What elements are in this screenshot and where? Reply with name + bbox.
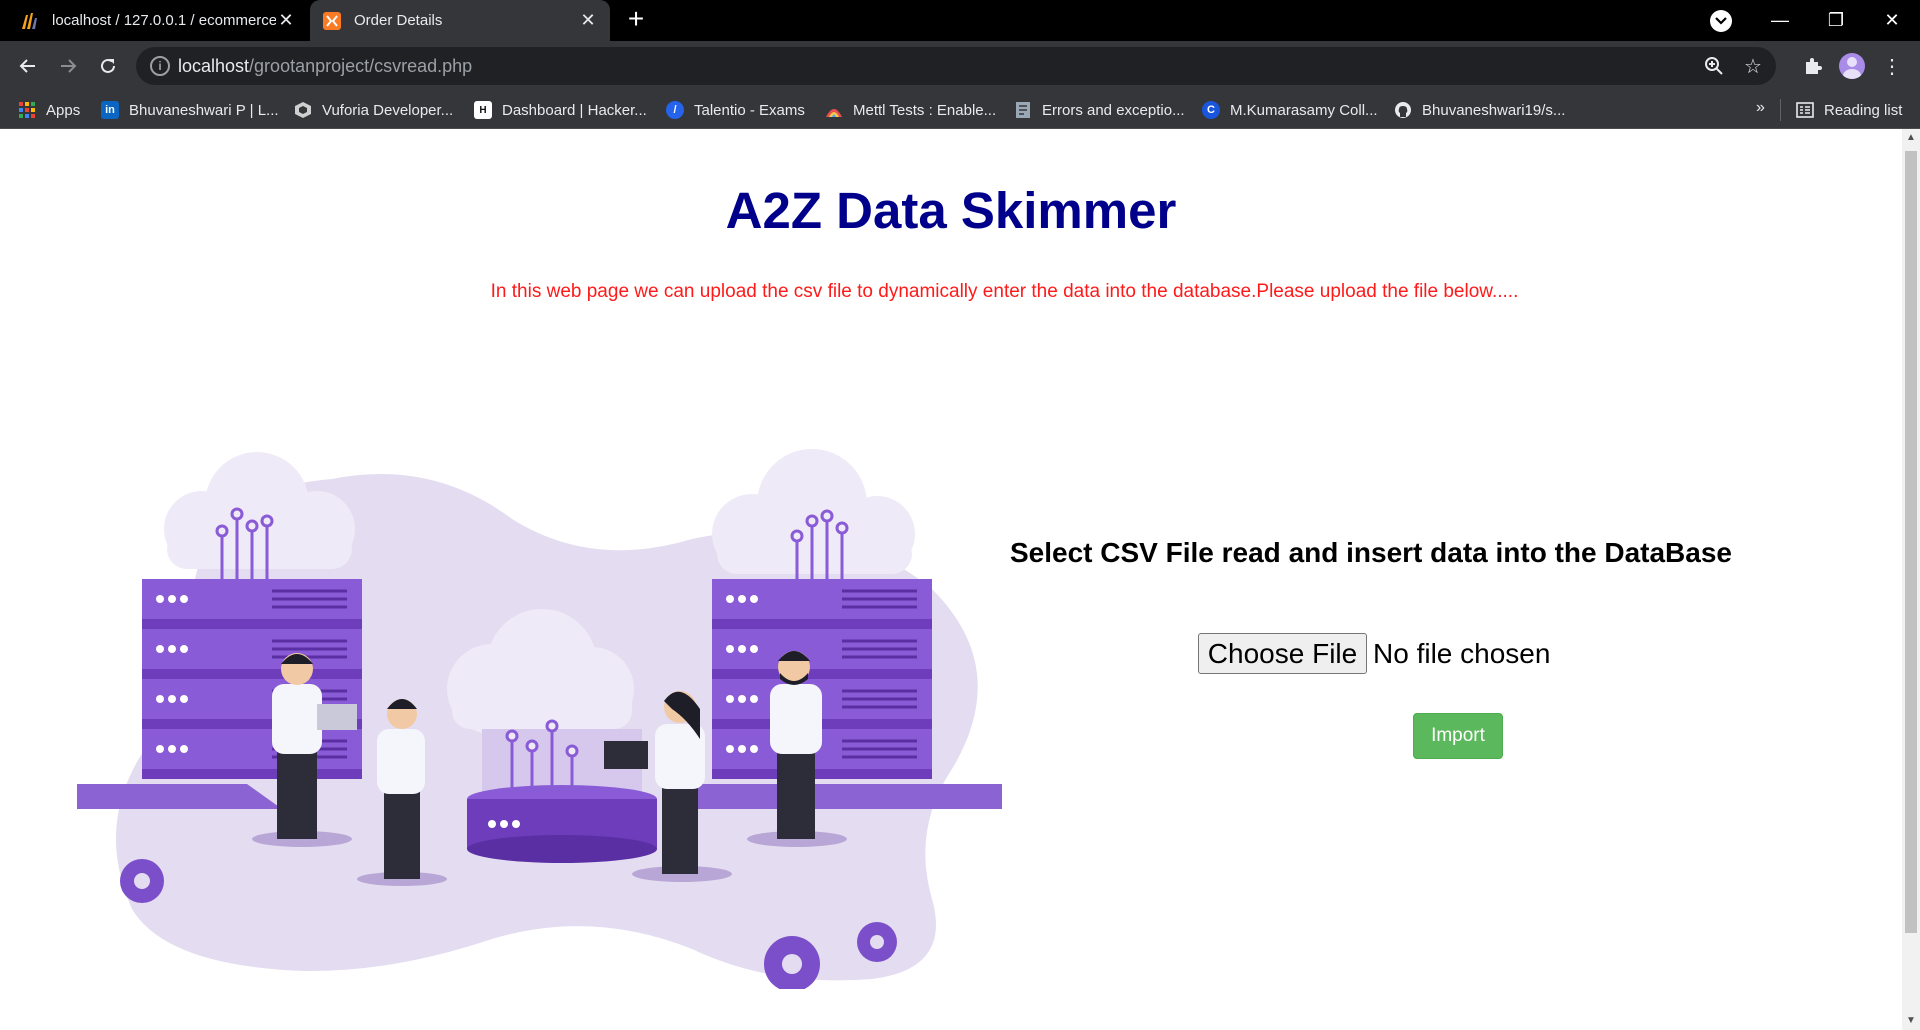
profile-avatar[interactable] [1839,53,1865,79]
menu-kebab-icon[interactable]: ⋮ [1876,50,1908,82]
close-window-icon[interactable]: ✕ [1864,0,1920,41]
tab-phpmyadmin[interactable]: localhost / 127.0.0.1 / ecommerce ✕ [8,0,308,41]
csv-file-input[interactable]: Choose File No file chosen [1198,633,1550,674]
address-bar[interactable]: i localhost/grootanproject/csvread.php ☆ [136,47,1776,85]
back-icon[interactable] [12,50,44,82]
bookmark-apps[interactable]: Apps [18,99,80,121]
site-info-icon[interactable]: i [150,56,170,76]
import-button[interactable]: Import [1413,713,1503,759]
file-status-text: No file chosen [1373,637,1551,669]
choose-file-button[interactable]: Choose File [1198,633,1367,674]
bookmark-college[interactable]: C M.Kumarasamy Coll... [1202,99,1378,121]
tab-strip: localhost / 127.0.0.1 / ecommerce ✕ Orde… [0,0,1920,41]
xampp-icon [322,11,342,31]
phpmyadmin-icon [20,11,40,31]
data-center-illustration [77,449,1002,989]
bookmarks-overflow-button[interactable]: » [1756,99,1765,117]
reading-list-label: Reading list [1824,101,1903,119]
vuforia-icon [294,101,312,119]
college-icon: C [1202,101,1220,119]
bookmarks-bar: Apps in Bhuvaneshwari P | L... Vuforia D… [0,91,1920,129]
url-text: localhost/grootanproject/csvread.php [178,56,473,76]
bookmark-label: Talentio - Exams [694,101,805,119]
hackerrank-icon: H [474,101,492,119]
scroll-down-icon[interactable]: ▼ [1902,1012,1920,1030]
reload-icon[interactable] [92,50,124,82]
page-scrollbar[interactable]: ▲ ▼ [1902,129,1920,1030]
tab-search-icon[interactable] [1710,10,1732,32]
bookmark-label: M.Kumarasamy Coll... [1230,101,1378,119]
zoom-icon[interactable] [1703,56,1725,78]
github-icon [1394,101,1412,119]
linkedin-icon: in [101,101,119,119]
scrollbar-thumb[interactable] [1905,151,1917,933]
bookmark-star-icon[interactable]: ☆ [1742,56,1764,78]
page-title: A2Z Data Skimmer [725,182,1177,239]
upload-heading: Select CSV File read and insert data int… [1010,537,1732,568]
close-icon[interactable]: ✕ [276,10,296,31]
bookmark-github[interactable]: Bhuvaneshwari19/s... [1394,99,1565,121]
tab-order-details[interactable]: Order Details ✕ [310,0,610,41]
apps-grid-icon [18,101,36,119]
reading-list-icon [1796,101,1814,119]
bookmark-linkedin[interactable]: in Bhuvaneshwari P | L... [101,99,279,121]
bookmark-label: Dashboard | Hacker... [502,101,647,119]
bookmark-label: Bhuvaneshwari P | L... [129,101,279,119]
bookmark-hackerrank[interactable]: H Dashboard | Hacker... [474,99,647,121]
tab-title: localhost / 127.0.0.1 / ecommerce [52,12,276,29]
bookmark-label: Mettl Tests : Enable... [853,101,997,119]
window-controls: — ❐ ✕ [1752,0,1920,41]
new-tab-button[interactable]: + [622,5,650,34]
close-icon[interactable]: ✕ [578,10,598,31]
talentio-icon: / [666,101,684,119]
bookmark-errors[interactable]: Errors and exceptio... [1014,99,1185,121]
restore-icon[interactable]: ❐ [1808,0,1864,41]
page-description: In this web page we can upload the csv f… [490,281,1519,302]
bookmark-talentio[interactable]: / Talentio - Exams [666,99,805,121]
browser-toolbar: i localhost/grootanproject/csvread.php ☆… [0,41,1920,91]
bookmark-label: Bhuvaneshwari19/s... [1422,101,1566,119]
bookmark-mettl[interactable]: Mettl Tests : Enable... [825,99,996,121]
extensions-icon[interactable] [1797,50,1829,82]
document-icon [1014,101,1032,119]
bookmark-vuforia[interactable]: Vuforia Developer... [294,99,453,121]
page-viewport: A2Z Data Skimmer In this web page we can… [0,129,1902,1030]
bookmark-label: Errors and exceptio... [1042,101,1185,119]
tab-title: Order Details [354,12,443,29]
forward-icon[interactable] [52,50,84,82]
divider [1780,99,1781,121]
reading-list-button[interactable]: Reading list [1796,99,1902,121]
bookmark-label: Vuforia Developer... [322,101,454,119]
scroll-up-icon[interactable]: ▲ [1902,129,1920,147]
bookmark-label: Apps [46,101,81,119]
mettl-icon [825,101,843,119]
minimize-icon[interactable]: — [1752,0,1808,41]
